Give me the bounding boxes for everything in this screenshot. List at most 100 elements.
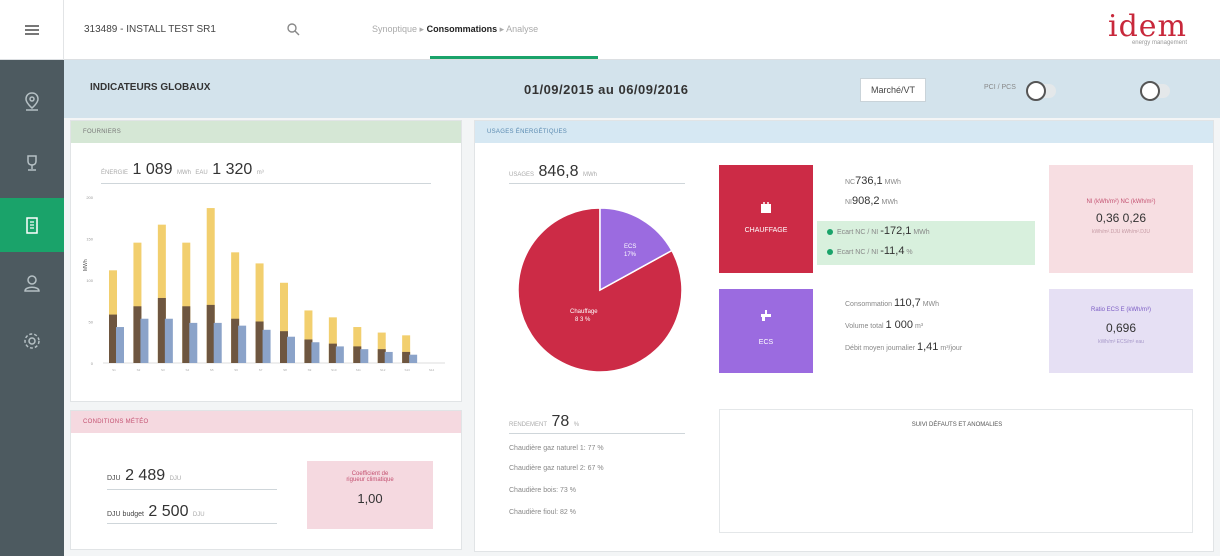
x-tick-label: S14 (429, 368, 435, 372)
chart-bar[interactable] (189, 322, 198, 363)
energy-usages-panel: USAGES ÉNERGÉTIQUES USAGES 846,8 MWh Cha… (474, 120, 1214, 552)
consumption-panel-title: FOURNIERS (71, 121, 461, 143)
active-tab-indicator (430, 56, 598, 59)
consumption-panel: FOURNIERS ÉNERGIE 1 089 MWh EAU 1 320 m³… (70, 120, 462, 402)
pci-label: PCI / PCS (984, 84, 1016, 91)
boiler-efficiency-3: Chaudière bois: 73 % (509, 487, 576, 494)
usages-total-value: 846,8 (538, 163, 579, 180)
chart-bar[interactable] (157, 297, 166, 363)
consumption-bar-chart: 200 150 100 50 0 MWh S1 S2 S3 S4 S5 S6 S7 S8 S9 S10 S11 S… (83, 195, 445, 372)
chart-bar[interactable] (402, 351, 411, 363)
search-icon[interactable] (286, 22, 300, 36)
pie-pct-ecs: 17% (624, 252, 637, 258)
market-button[interactable]: Marché/VT (860, 78, 926, 102)
sidebar-item-settings[interactable] (0, 314, 64, 368)
ecs-card-header[interactable]: ECS (719, 289, 813, 373)
gear-icon (24, 333, 40, 349)
ecs-ratio-value: 0,696 (1105, 321, 1137, 335)
hamburger-menu-icon[interactable] (0, 0, 64, 60)
chauffage-ratio-box: NI (kWh/m²) NC (kWh/m²) 0,36 0,26 kWh/m²… (1049, 165, 1193, 273)
right-toggle[interactable] (1140, 81, 1170, 101)
y-axis-unit: MWh (83, 259, 89, 271)
chart-bar[interactable] (353, 346, 362, 363)
chart-bar[interactable] (109, 314, 117, 363)
x-tick-label: S5 (210, 368, 214, 372)
location-pin-icon (25, 92, 39, 111)
chart-bar[interactable] (255, 321, 264, 364)
chauffage-card-header[interactable]: CHAUFFAGE (719, 165, 813, 273)
chart-bar[interactable] (116, 327, 124, 363)
x-tick-label: S8 (283, 368, 287, 372)
chart-bar[interactable] (328, 343, 337, 363)
global-indicators-header: INDICATEURS GLOBAUX 01/09/2015 au 06/09/… (64, 60, 1220, 118)
page-title: INDICATEURS GLOBAUX (90, 82, 211, 93)
faults-panel-title: SUIVI DÉFAUTS ET ANOMALIES (911, 422, 1003, 428)
x-tick-label: S2 (137, 368, 141, 372)
chart-bar[interactable] (182, 306, 191, 363)
climate-coefficient-box: Coefficient de rigueur climatique 1,00 (307, 461, 433, 529)
chart-bar[interactable] (384, 351, 393, 363)
x-tick-label: S6 (234, 368, 238, 372)
x-tick-label: S7 (259, 368, 263, 372)
energy-value: 1 089 (132, 161, 173, 178)
x-tick-label: S11 (356, 368, 361, 372)
chart-bar[interactable] (280, 331, 288, 363)
chart-bar[interactable] (335, 346, 344, 363)
site-selector[interactable]: 313489 - INSTALL TEST SR1 (84, 24, 216, 35)
chauffage-ratio-values: 0,36 0,26 (1095, 211, 1147, 225)
chauffage-ecart-pct: -11,4 (880, 245, 905, 257)
climate-coefficient-value: 1,00 (357, 491, 383, 506)
y-tick-label: 50 (89, 320, 94, 325)
breadcrumb-consommations[interactable]: Consommations (427, 24, 498, 34)
chart-bar[interactable] (164, 318, 173, 363)
chart-bar[interactable] (213, 322, 222, 363)
faults-panel: SUIVI DÉFAUTS ET ANOMALIES (719, 409, 1193, 533)
chart-bar[interactable] (287, 336, 295, 363)
chart-bar[interactable] (304, 339, 313, 363)
faucet-icon (761, 310, 771, 321)
x-tick-label: S9 (308, 368, 312, 372)
chart-bar[interactable] (262, 329, 271, 363)
dju-row: DJU 2 489 DJU (107, 467, 182, 484)
building-icon (26, 217, 38, 234)
pie-label-ecs: ECS (624, 244, 636, 250)
sidebar-item-awards[interactable] (0, 136, 64, 190)
dju-budget-row: DJU budget 2 500 DJU (107, 503, 205, 520)
dju-budget-value: 2 500 (148, 503, 189, 520)
sidebar-item-map[interactable] (0, 74, 64, 128)
chart-bar[interactable] (133, 306, 142, 363)
chart-bar[interactable] (360, 349, 369, 363)
chart-bar[interactable] (140, 318, 149, 363)
top-bar: 313489 - INSTALL TEST SR1 Synoptique ▸ C… (0, 0, 1220, 60)
sidebar-item-consumption[interactable] (0, 198, 64, 252)
chauffage-card-body: NC736,1 MWh NI908,2 MWh Ecart NC / NI -1… (813, 165, 1037, 273)
chart-bar[interactable] (206, 304, 215, 363)
chart-bar[interactable] (409, 354, 418, 363)
pie-pct-chauffage: 8 3 % (575, 317, 591, 323)
boiler-efficiency-2: Chaudière gaz naturel 2: 67 % (509, 465, 604, 472)
sidebar (0, 60, 64, 556)
sidebar-item-users[interactable] (0, 256, 64, 310)
y-tick-label: 0 (91, 361, 94, 366)
ecs-card-body: Consommation 110,7 MWh Volume total 1 00… (813, 289, 1037, 373)
date-range[interactable]: 01/09/2015 au 06/09/2016 (524, 82, 689, 97)
water-value: 1 320 (212, 161, 253, 178)
idem-logo: idem energy management (1108, 9, 1187, 47)
consumption-summary: ÉNERGIE 1 089 MWh EAU 1 320 m³ (101, 161, 264, 178)
pci-toggle[interactable] (1026, 81, 1056, 101)
weather-panel-title: CONDITIONS MÉTÉO (71, 411, 461, 433)
chauffage-ni-value: 908,2 (852, 195, 880, 207)
chart-bar[interactable] (377, 349, 386, 363)
boiler-efficiency-4: Chaudière fioul: 82 % (509, 509, 576, 516)
chart-bar[interactable] (231, 318, 240, 363)
ecs-volume-value: 1 000 (885, 319, 914, 331)
chart-bar[interactable] (238, 325, 247, 363)
x-tick-label: S10 (331, 368, 337, 372)
efficiency-value: 78 (551, 413, 570, 430)
chart-bar[interactable] (311, 342, 320, 363)
chauffage-ecart-mwh: -172,1 (880, 225, 912, 237)
breadcrumb-synoptique[interactable]: Synoptique ▸ (372, 24, 424, 34)
breadcrumb-analyse[interactable]: ▸ Analyse (500, 24, 539, 34)
user-icon (24, 275, 40, 292)
trophy-icon (27, 155, 37, 171)
